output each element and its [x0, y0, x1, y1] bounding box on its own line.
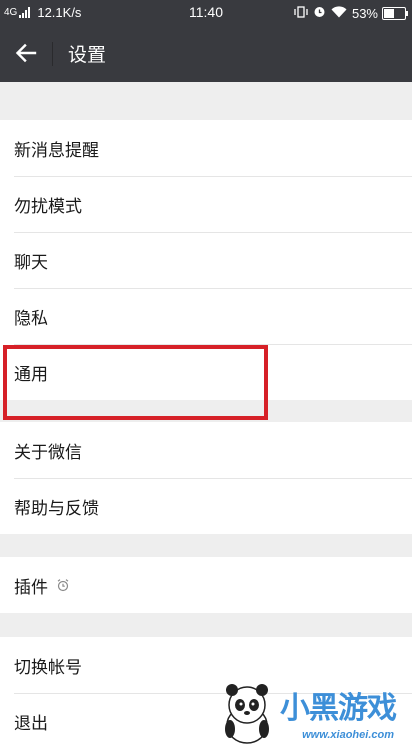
- setting-general[interactable]: 通用: [0, 344, 412, 400]
- battery-percent: 53%: [351, 5, 378, 21]
- watermark-brand: 小黑游戏: [280, 692, 397, 725]
- setting-label: 聊天: [14, 252, 48, 273]
- setting-label: 关于微信: [14, 442, 82, 463]
- setting-label: 插件: [14, 577, 48, 598]
- watermark: 小黑游戏 www.xiaohei.com: [216, 677, 406, 745]
- settings-group-2: 关于微信 帮助与反馈: [0, 422, 412, 534]
- alarm-icon: [313, 5, 326, 21]
- setting-label: 退出: [14, 713, 48, 734]
- watermark-url: www.xiaohei.com: [302, 729, 394, 741]
- setting-about-wechat[interactable]: 关于微信: [0, 422, 412, 478]
- setting-label: 切换帐号: [14, 657, 82, 678]
- vibrate-icon: [294, 5, 308, 21]
- setting-help-feedback[interactable]: 帮助与反馈: [0, 478, 412, 534]
- wifi-icon: [331, 5, 347, 21]
- page-title: 设置: [68, 44, 107, 66]
- setting-plugins[interactable]: 插件: [0, 557, 412, 613]
- back-button[interactable]: [8, 37, 44, 69]
- setting-do-not-disturb[interactable]: 勿扰模式: [0, 176, 412, 232]
- alarm-clock-icon: [56, 578, 70, 592]
- app-bar: 设置: [0, 25, 412, 82]
- settings-group-3: 插件: [0, 557, 412, 613]
- status-bar: 4G 12.1K/s 11:40 53%: [0, 0, 412, 25]
- settings-group-1: 新消息提醒 勿扰模式 聊天 隐私 通用: [0, 120, 412, 400]
- panda-logo-icon: [225, 684, 269, 744]
- header-divider: [52, 42, 53, 66]
- setting-label: 新消息提醒: [14, 140, 99, 161]
- setting-privacy[interactable]: 隐私: [0, 288, 412, 344]
- setting-label: 隐私: [14, 308, 48, 329]
- setting-label: 帮助与反馈: [14, 498, 99, 519]
- setting-chat[interactable]: 聊天: [0, 232, 412, 288]
- arrow-left-icon: [15, 43, 37, 63]
- setting-new-message-alerts[interactable]: 新消息提醒: [0, 120, 412, 176]
- battery-icon: [382, 6, 408, 20]
- setting-label: 勿扰模式: [14, 196, 82, 217]
- setting-label: 通用: [14, 364, 48, 385]
- status-right: 53%: [294, 5, 408, 21]
